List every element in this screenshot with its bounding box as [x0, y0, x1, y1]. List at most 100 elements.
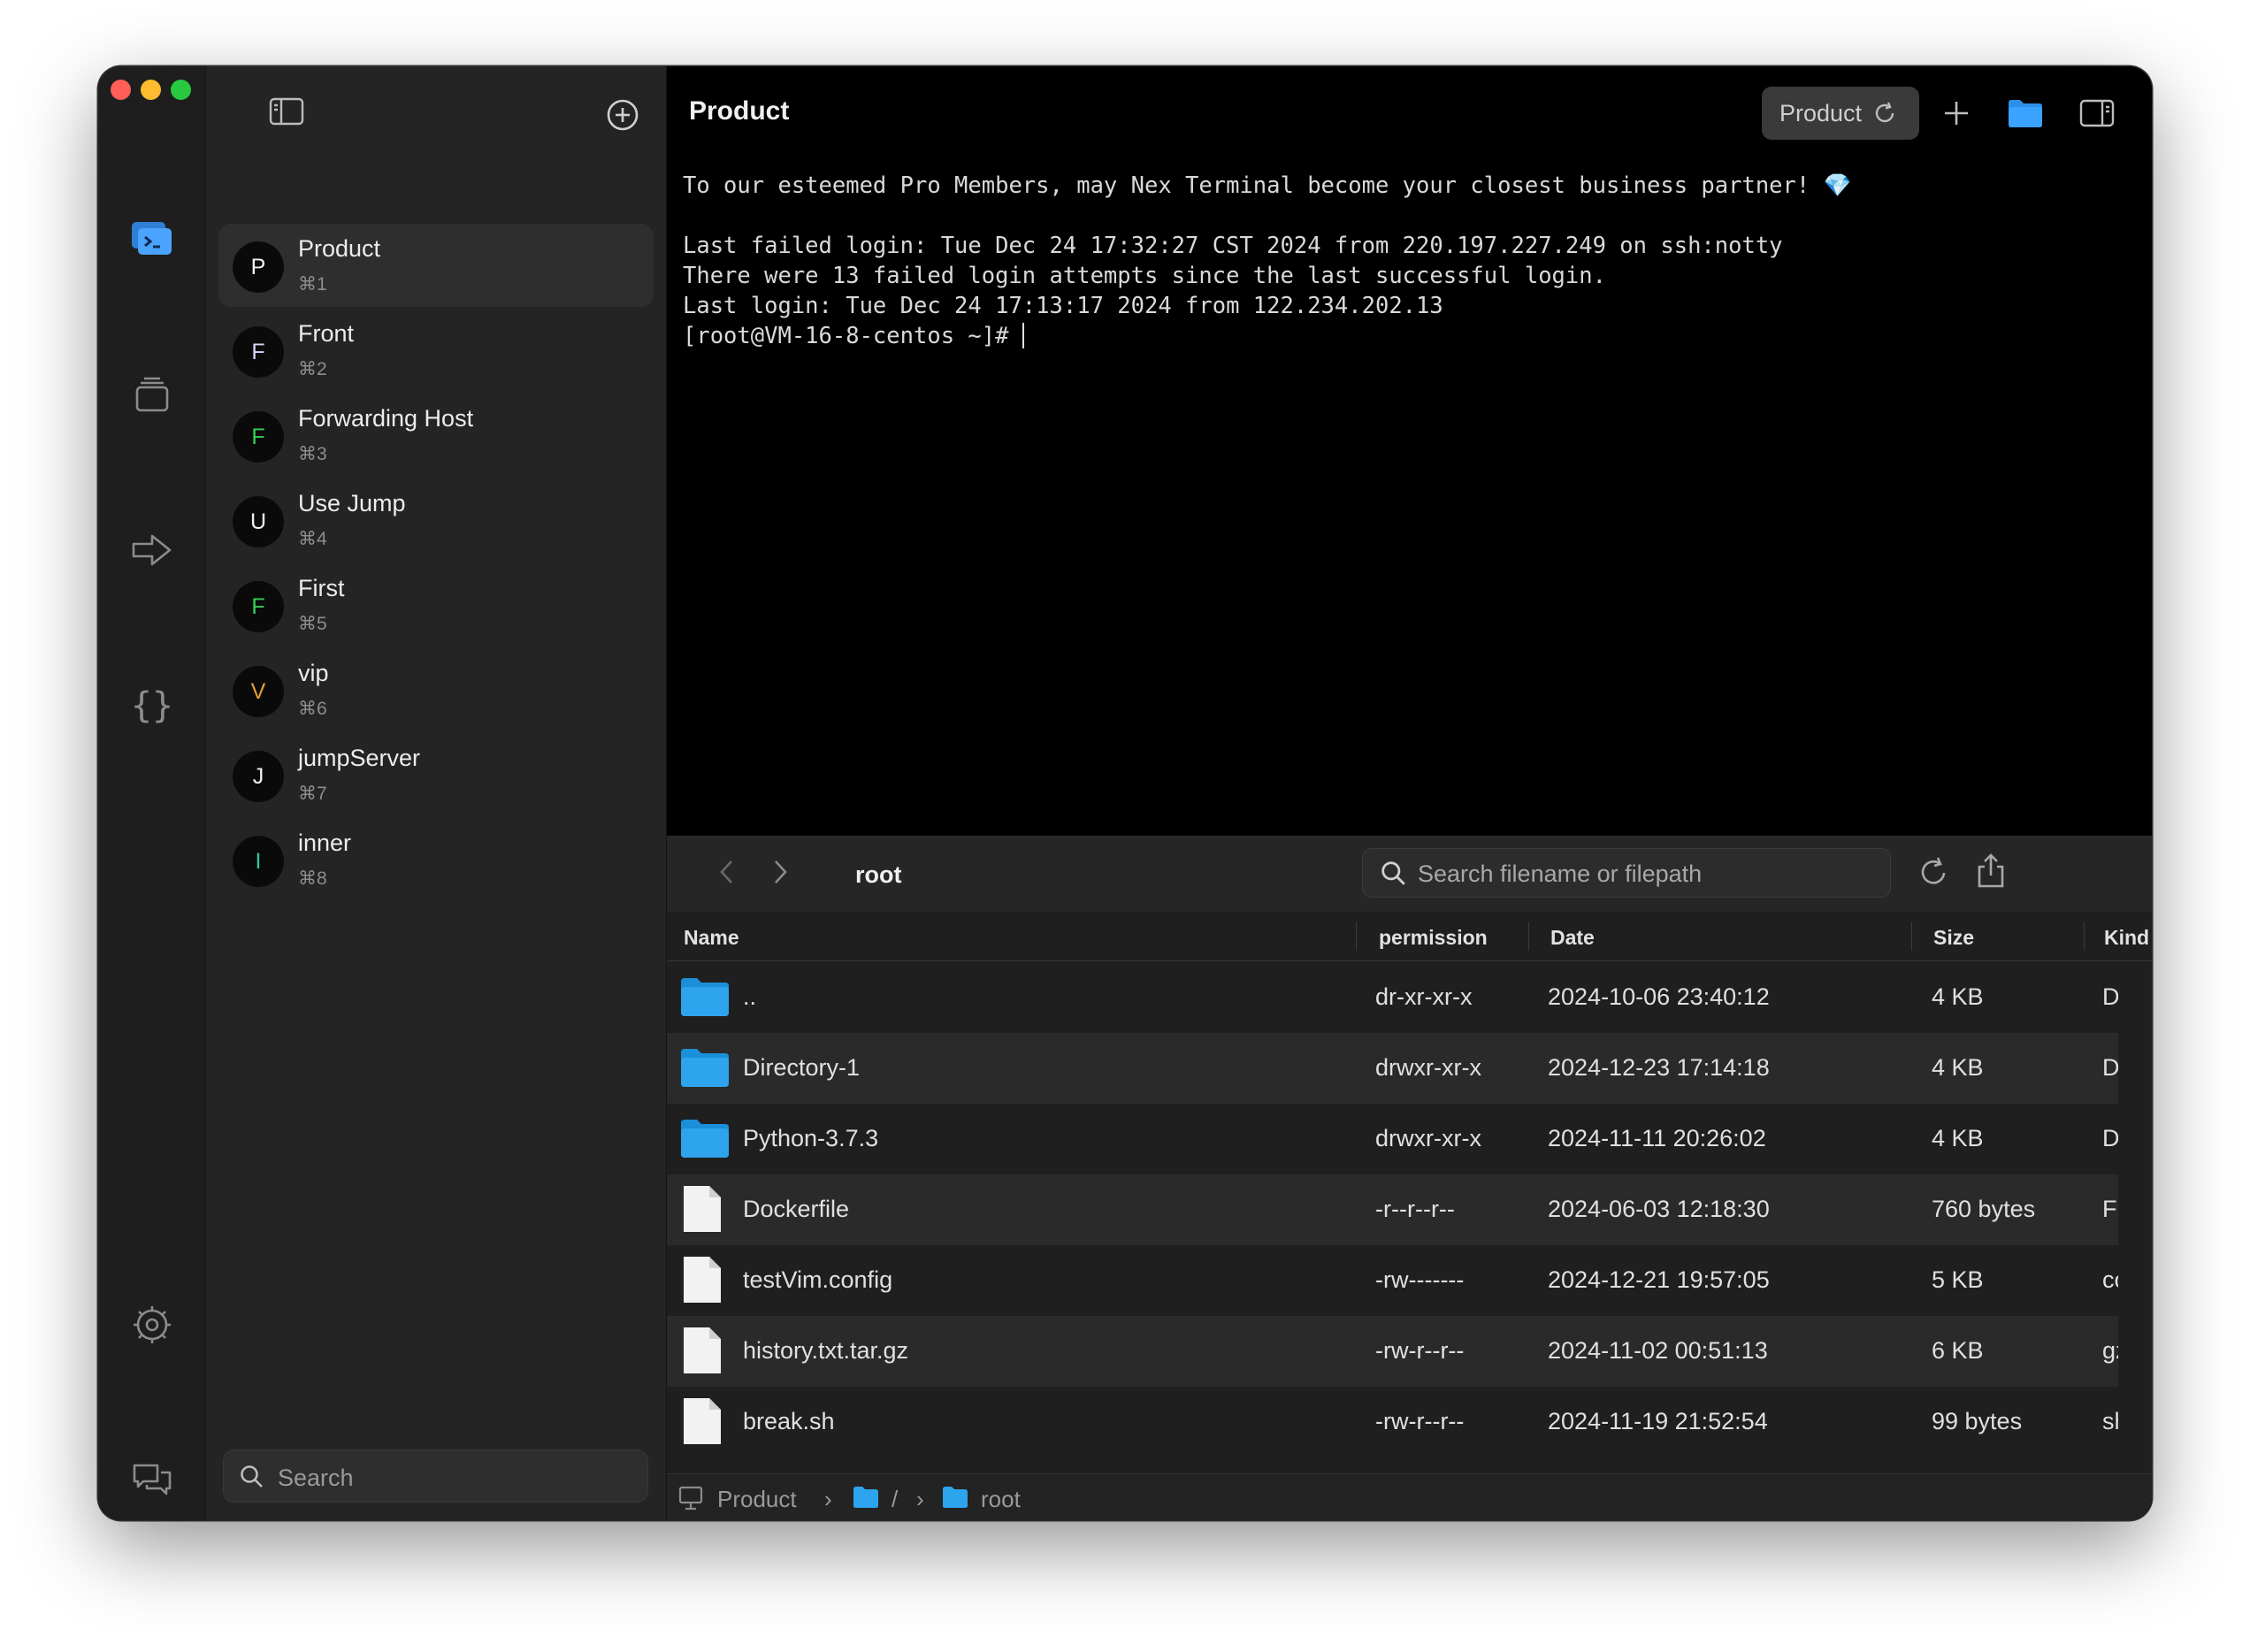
- file-row[interactable]: Python-3.7.3 drwxr-xr-x 2024-11-11 20:26:0…: [667, 1104, 2118, 1174]
- host-shortcut: ⌘5: [298, 614, 327, 634]
- port-forwarding-icon[interactable]: [128, 526, 176, 574]
- file-manager-folder-icon[interactable]: [2001, 89, 2049, 137]
- terminal-line-text: Last login: Tue Dec 24 17:13:17 2024 fro…: [683, 293, 1443, 319]
- host-avatar: F: [233, 411, 284, 463]
- zoom-window-button[interactable]: [171, 80, 191, 100]
- file-row[interactable]: .. dr-xr-xr-x 2024-10-06 23:40:12 4 KB Direc…: [667, 962, 2118, 1033]
- settings-gear-icon[interactable]: [128, 1301, 176, 1349]
- folder-icon: [679, 1118, 731, 1163]
- column-header-name[interactable]: Name: [684, 926, 739, 950]
- folder-icon: [679, 976, 731, 1021]
- close-window-button[interactable]: [111, 80, 131, 100]
- right-panel-toggle-icon[interactable]: [2073, 89, 2121, 137]
- host-name: First: [298, 575, 345, 601]
- search-placeholder: Search: [278, 1465, 354, 1491]
- column-header-kind[interactable]: Kind: [2104, 926, 2149, 950]
- chat-feedback-icon[interactable]: [128, 1457, 176, 1504]
- status-root-segment[interactable]: /: [892, 1486, 898, 1513]
- file-date: 2024-12-23 17:14:18: [1548, 1054, 1770, 1081]
- file-name: testVim.config: [743, 1266, 893, 1293]
- host-shortcut: ⌘7: [298, 784, 327, 804]
- host-search-input[interactable]: Search: [223, 1449, 648, 1503]
- host-avatar: J: [233, 751, 284, 802]
- column-header-size[interactable]: Size: [1933, 926, 1974, 950]
- file-kind: gz: [2102, 1337, 2118, 1364]
- file-icon: [681, 1396, 723, 1451]
- status-host[interactable]: Product: [717, 1486, 797, 1513]
- host-shortcut: ⌘3: [298, 444, 327, 464]
- file-name: Dockerfile: [743, 1196, 850, 1222]
- toggle-sidebar-icon[interactable]: [264, 92, 310, 131]
- status-dir-segment[interactable]: root: [981, 1486, 1021, 1513]
- host-avatar: F: [233, 326, 284, 378]
- host-item[interactable]: F First ⌘5: [218, 563, 654, 646]
- add-host-icon[interactable]: [601, 94, 644, 136]
- column-header-date[interactable]: Date: [1550, 926, 1595, 950]
- terminal-line-text: [root@VM-16-8-centos ~]#: [683, 323, 1022, 349]
- file-size: 5 KB: [1932, 1266, 1984, 1293]
- host-item[interactable]: Iinner ⌘8: [218, 818, 654, 901]
- host-item[interactable]: U Use Jump ⌘4: [218, 478, 654, 562]
- file-size: 6 KB: [1932, 1337, 1984, 1364]
- terminal-output[interactable]: To our esteemed Pro Members, may Nex Ter…: [683, 171, 1851, 351]
- file-name: history.txt.tar.gz: [743, 1337, 909, 1364]
- host-avatar: U: [233, 496, 284, 547]
- folder-icon: [853, 1487, 878, 1508]
- file-row[interactable]: testVim.config -rw------- 2024-12-21 19:57…: [667, 1245, 2118, 1316]
- file-date: 2024-12-21 19:57:05: [1548, 1266, 1770, 1293]
- minimize-window-button[interactable]: [141, 80, 161, 100]
- snippets-braces-icon[interactable]: {}: [128, 682, 176, 730]
- host-avatar: F: [233, 581, 284, 632]
- share-upload-icon[interactable]: [1976, 853, 2006, 894]
- back-chevron-icon[interactable]: [718, 858, 736, 891]
- file-size: 4 KB: [1932, 1125, 1984, 1151]
- file-size: 4 KB: [1932, 1054, 1984, 1081]
- host-shortcut: ⌘1: [298, 274, 327, 294]
- file-permission: drwxr-xr-x: [1375, 1125, 1481, 1151]
- host-name: Use Jump: [298, 490, 406, 516]
- host-item[interactable]: JjumpServer ⌘7: [218, 733, 654, 816]
- host-item[interactable]: Vvip ⌘6: [218, 648, 654, 731]
- folder-icon: [679, 1047, 731, 1092]
- host-name: Forwarding Host: [298, 405, 474, 432]
- terminal-sessions-icon[interactable]: [128, 215, 176, 263]
- terminal-line-text: Last failed login: Tue Dec 24 17:32:27 C…: [683, 233, 1783, 259]
- host-item[interactable]: P Product ⌘1: [218, 224, 654, 307]
- column-divider: [1911, 922, 1912, 951]
- stack-icon[interactable]: [128, 371, 176, 418]
- file-kind: Directory: [2102, 1125, 2118, 1151]
- terminal-cursor: [1022, 323, 1024, 348]
- refresh-icon[interactable]: [1917, 855, 1949, 893]
- search-icon: [1381, 861, 1405, 885]
- file-icon: [681, 1183, 723, 1239]
- new-tab-plus-icon[interactable]: [1932, 89, 1980, 137]
- file-size: 760 bytes: [1932, 1196, 2036, 1222]
- main-panel: Product Product To our esteemed Pro Memb…: [667, 66, 2152, 1520]
- breadcrumb-separator: ›: [916, 1486, 924, 1512]
- icon-rail: {}: [98, 66, 206, 1520]
- file-size: 4 KB: [1932, 983, 1984, 1010]
- host-avatar: V: [233, 666, 284, 717]
- file-icon: [681, 1254, 723, 1310]
- file-manager-toolbar: root Search filename or filepath: [667, 837, 2152, 912]
- file-name: Directory-1: [743, 1054, 861, 1081]
- file-row[interactable]: break.sh -rw-r--r-- 2024-11-19 21:52:54 99 …: [667, 1387, 2118, 1456]
- column-header-permission[interactable]: permission: [1379, 926, 1488, 950]
- terminal-line: [root@VM-16-8-centos ~]#: [683, 321, 1851, 351]
- file-kind: Directory: [2102, 1054, 2118, 1081]
- host-name: jumpServer: [298, 745, 421, 771]
- folder-icon: [943, 1487, 968, 1508]
- file-manager-panel: root Search filename or filepath Name pe…: [667, 836, 2152, 1520]
- search-icon: [241, 1465, 263, 1488]
- host-item[interactable]: F Front ⌘2: [218, 309, 654, 392]
- file-row[interactable]: history.txt.tar.gz -rw-r--r-- 2024-11-02 0…: [667, 1316, 2118, 1387]
- file-search-input[interactable]: Search filename or filepath: [1362, 848, 1891, 898]
- file-row[interactable]: Directory-1 drwxr-xr-x 2024-12-23 17:14:18…: [667, 1033, 2118, 1104]
- host-item[interactable]: F Forwarding Host ⌘3: [218, 394, 654, 477]
- file-row[interactable]: Dockerfile -r--r--r-- 2024-06-03 12:18:30 7…: [667, 1174, 2118, 1245]
- forward-chevron-icon[interactable]: [771, 858, 789, 891]
- file-icon: [681, 1325, 723, 1380]
- terminal-line-text: There were 13 failed login attempts sinc…: [683, 263, 1606, 289]
- session-chip-button[interactable]: Product: [1762, 87, 1919, 140]
